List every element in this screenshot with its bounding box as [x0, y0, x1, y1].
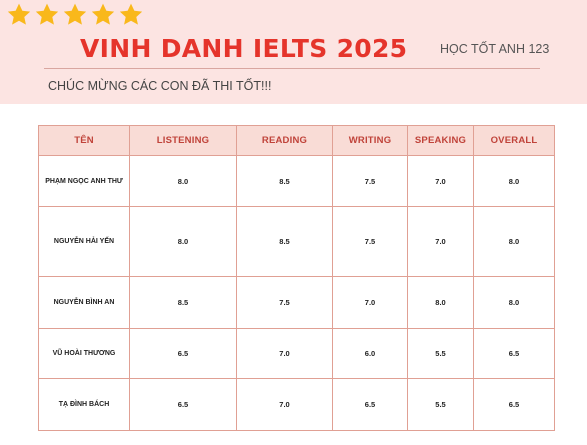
speaking-score-cell: 8.0	[407, 276, 474, 329]
speaking-score-cell: 7.0	[407, 206, 474, 277]
writing-score-cell: 6.5	[332, 378, 408, 431]
column-header-listening: LISTENING	[129, 125, 237, 156]
table-row: VŨ HOÀI THƯƠNG 6.5 7.0 6.0 5.5 6.5	[38, 328, 555, 379]
star-rating	[6, 2, 144, 28]
student-name-cell: TẠ ĐÌNH BÁCH	[38, 378, 130, 431]
reading-score-cell: 7.5	[236, 276, 333, 329]
page: VINH DANH IELTS 2025 HỌC TỐT ANH 123 CHÚ…	[0, 0, 587, 445]
star-icon	[7, 3, 31, 25]
student-name-cell: PHẠM NGỌC ANH THƯ	[38, 155, 130, 207]
overall-score-cell: 8.0	[473, 206, 555, 277]
student-name-cell: NGUYỄN HẢI YẾN	[38, 206, 130, 277]
student-name-cell: NGUYỄN BÌNH AN	[38, 276, 130, 329]
overall-score-cell: 6.5	[473, 328, 555, 379]
scores-table: TÊN LISTENING READING WRITING SPEAKING O…	[38, 125, 555, 431]
listening-score-cell: 8.0	[129, 206, 237, 277]
header-banner: VINH DANH IELTS 2025 HỌC TỐT ANH 123 CHÚ…	[0, 0, 587, 104]
overall-score-cell: 6.5	[473, 378, 555, 431]
listening-score-cell: 8.0	[129, 155, 237, 207]
brand-name: HỌC TỐT ANH 123	[440, 42, 550, 56]
reading-score-cell: 7.0	[236, 378, 333, 431]
star-icon	[91, 3, 115, 25]
writing-score-cell: 6.0	[332, 328, 408, 379]
column-header-reading: READING	[236, 125, 333, 156]
overall-score-cell: 8.0	[473, 155, 555, 207]
column-header-name: TÊN	[38, 125, 130, 156]
reading-score-cell: 8.5	[236, 206, 333, 277]
star-icon	[35, 3, 59, 25]
writing-score-cell: 7.5	[332, 155, 408, 207]
table-row: NGUYỄN HẢI YẾN 8.0 8.5 7.5 7.0 8.0	[38, 206, 555, 277]
table-row: TẠ ĐÌNH BÁCH 6.5 7.0 6.5 5.5 6.5	[38, 378, 555, 431]
column-header-writing: WRITING	[332, 125, 408, 156]
reading-score-cell: 7.0	[236, 328, 333, 379]
scores-table-container: TÊN LISTENING READING WRITING SPEAKING O…	[38, 125, 555, 431]
listening-score-cell: 6.5	[129, 328, 237, 379]
listening-score-cell: 8.5	[129, 276, 237, 329]
table-row: NGUYỄN BÌNH AN 8.5 7.5 7.0 8.0 8.0	[38, 276, 555, 329]
column-header-speaking: SPEAKING	[407, 125, 474, 156]
writing-score-cell: 7.5	[332, 206, 408, 277]
congratulations-subtitle: CHÚC MỪNG CÁC CON ĐÃ THI TỐT!!!	[48, 79, 272, 93]
speaking-score-cell: 7.0	[407, 155, 474, 207]
star-icon	[119, 3, 143, 25]
star-icon	[63, 3, 87, 25]
table-row: PHẠM NGỌC ANH THƯ 8.0 8.5 7.5 7.0 8.0	[38, 155, 555, 207]
table-header-row: TÊN LISTENING READING WRITING SPEAKING O…	[38, 125, 555, 156]
speaking-score-cell: 5.5	[407, 378, 474, 431]
writing-score-cell: 7.0	[332, 276, 408, 329]
reading-score-cell: 8.5	[236, 155, 333, 207]
page-title: VINH DANH IELTS 2025	[80, 34, 408, 63]
header-divider	[44, 68, 540, 69]
listening-score-cell: 6.5	[129, 378, 237, 431]
speaking-score-cell: 5.5	[407, 328, 474, 379]
overall-score-cell: 8.0	[473, 276, 555, 329]
student-name-cell: VŨ HOÀI THƯƠNG	[38, 328, 130, 379]
column-header-overall: OVERALL	[473, 125, 555, 156]
